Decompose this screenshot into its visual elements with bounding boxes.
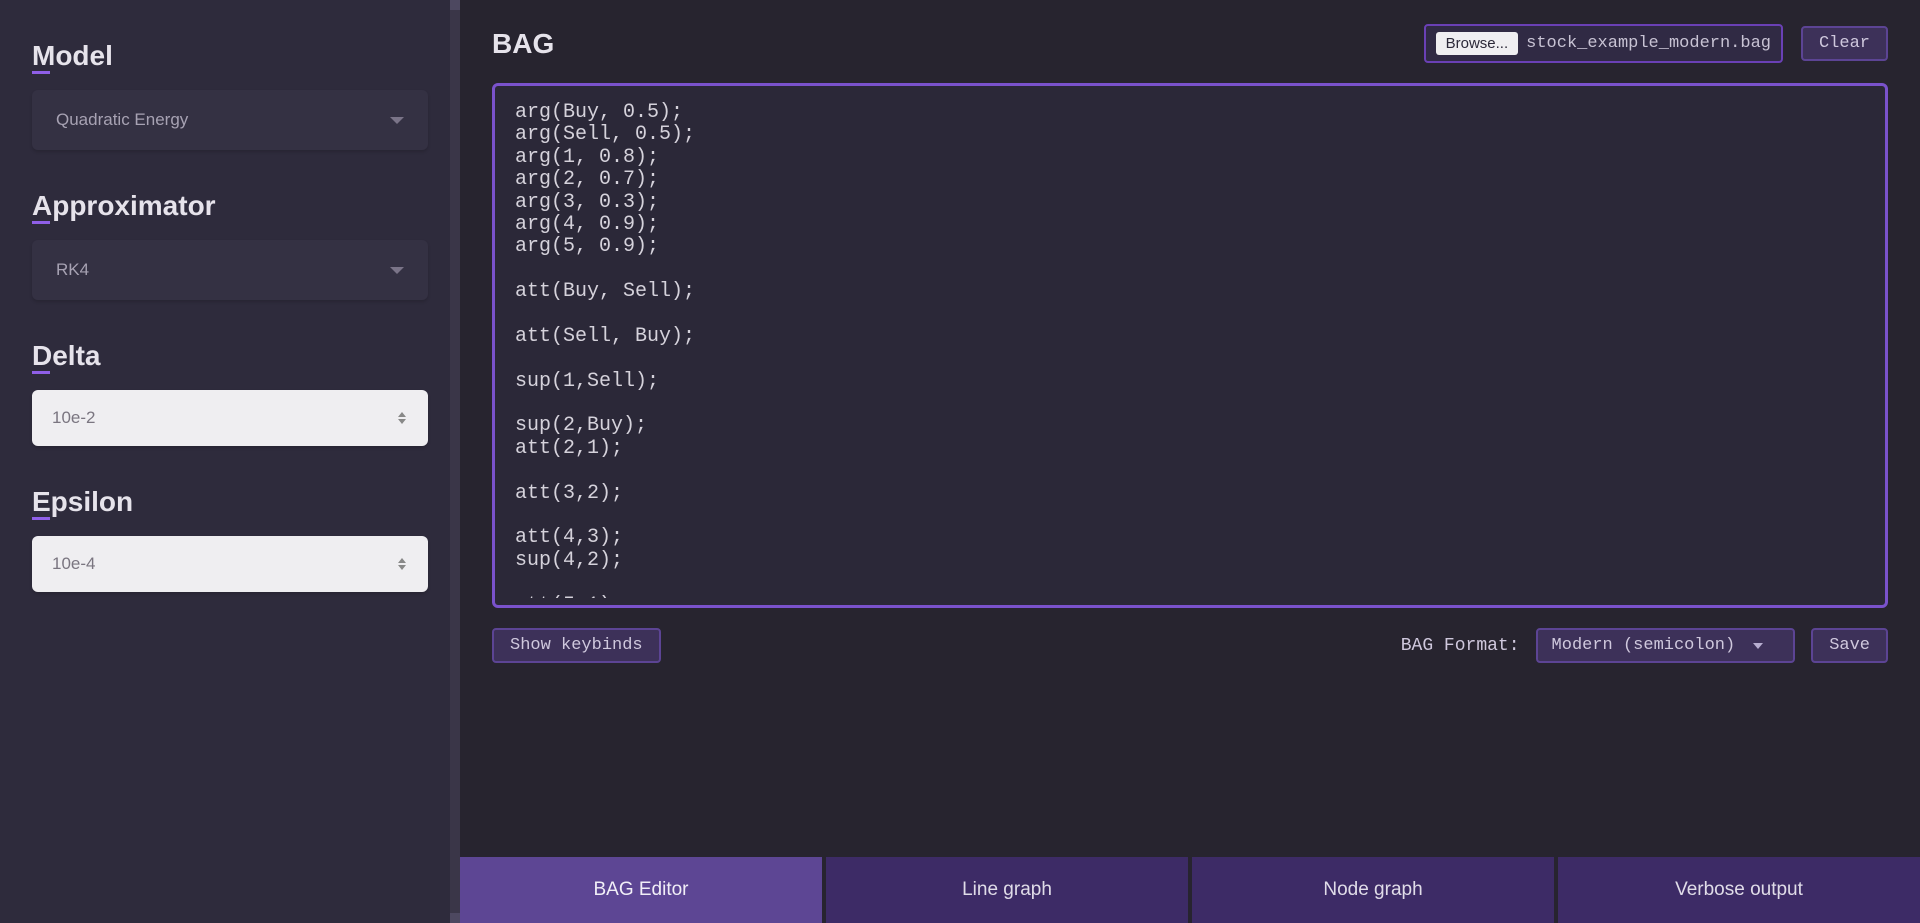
approximator-title: Approximator — [32, 190, 216, 222]
stepper-down-icon — [398, 565, 406, 570]
delta-title: Delta — [32, 340, 100, 372]
tabs: BAG Editor Line graph Node graph Verbose… — [460, 857, 1920, 923]
chevron-down-icon — [390, 117, 404, 124]
delta-stepper[interactable] — [396, 412, 408, 424]
approximator-value: RK4 — [56, 260, 89, 280]
format-label: BAG Format: — [1401, 636, 1520, 656]
model-value: Quadratic Energy — [56, 110, 188, 130]
page-title: BAG — [492, 28, 554, 60]
stepper-up-icon — [398, 558, 406, 563]
show-keybinds-button[interactable]: Show keybinds — [492, 628, 661, 663]
main-panel: BAG Browse... stock_example_modern.bag C… — [460, 0, 1920, 923]
filename-label: stock_example_modern.bag — [1526, 34, 1771, 53]
clear-button[interactable]: Clear — [1801, 26, 1888, 61]
tab-bag-editor[interactable]: BAG Editor — [460, 857, 822, 923]
delta-input[interactable] — [52, 408, 396, 428]
tab-line-graph[interactable]: Line graph — [826, 857, 1188, 923]
editor-footer: Show keybinds BAG Format: Modern (semico… — [492, 628, 1888, 663]
tab-node-graph[interactable]: Node graph — [1192, 857, 1554, 923]
format-value: Modern (semicolon) — [1552, 636, 1736, 655]
approximator-select[interactable]: RK4 — [32, 240, 428, 300]
epsilon-input-wrap — [32, 536, 428, 592]
tab-verbose-output[interactable]: Verbose output — [1558, 857, 1920, 923]
main-header: BAG Browse... stock_example_modern.bag C… — [492, 24, 1888, 63]
epsilon-title: Epsilon — [32, 486, 133, 518]
chevron-down-icon — [390, 267, 404, 274]
sidebar-scrollbar[interactable] — [450, 0, 460, 923]
delta-input-wrap — [32, 390, 428, 446]
format-select[interactable]: Modern (semicolon) — [1536, 628, 1796, 663]
footer-right: BAG Format: Modern (semicolon) Save — [1401, 628, 1888, 663]
sidebar: Model Quadratic Energy Approximator RK4 … — [0, 0, 460, 923]
model-select[interactable]: Quadratic Energy — [32, 90, 428, 150]
chevron-down-icon — [1753, 643, 1763, 649]
stepper-up-icon — [398, 412, 406, 417]
save-button[interactable]: Save — [1811, 628, 1888, 663]
stepper-down-icon — [398, 419, 406, 424]
browse-button[interactable]: Browse... — [1436, 32, 1519, 55]
editor-wrap — [492, 83, 1888, 608]
epsilon-input[interactable] — [52, 554, 396, 574]
epsilon-stepper[interactable] — [396, 558, 408, 570]
header-actions: Browse... stock_example_modern.bag Clear — [1424, 24, 1888, 63]
bag-editor[interactable] — [497, 88, 1883, 598]
model-title: Model — [32, 40, 113, 72]
file-chooser: Browse... stock_example_modern.bag — [1424, 24, 1783, 63]
